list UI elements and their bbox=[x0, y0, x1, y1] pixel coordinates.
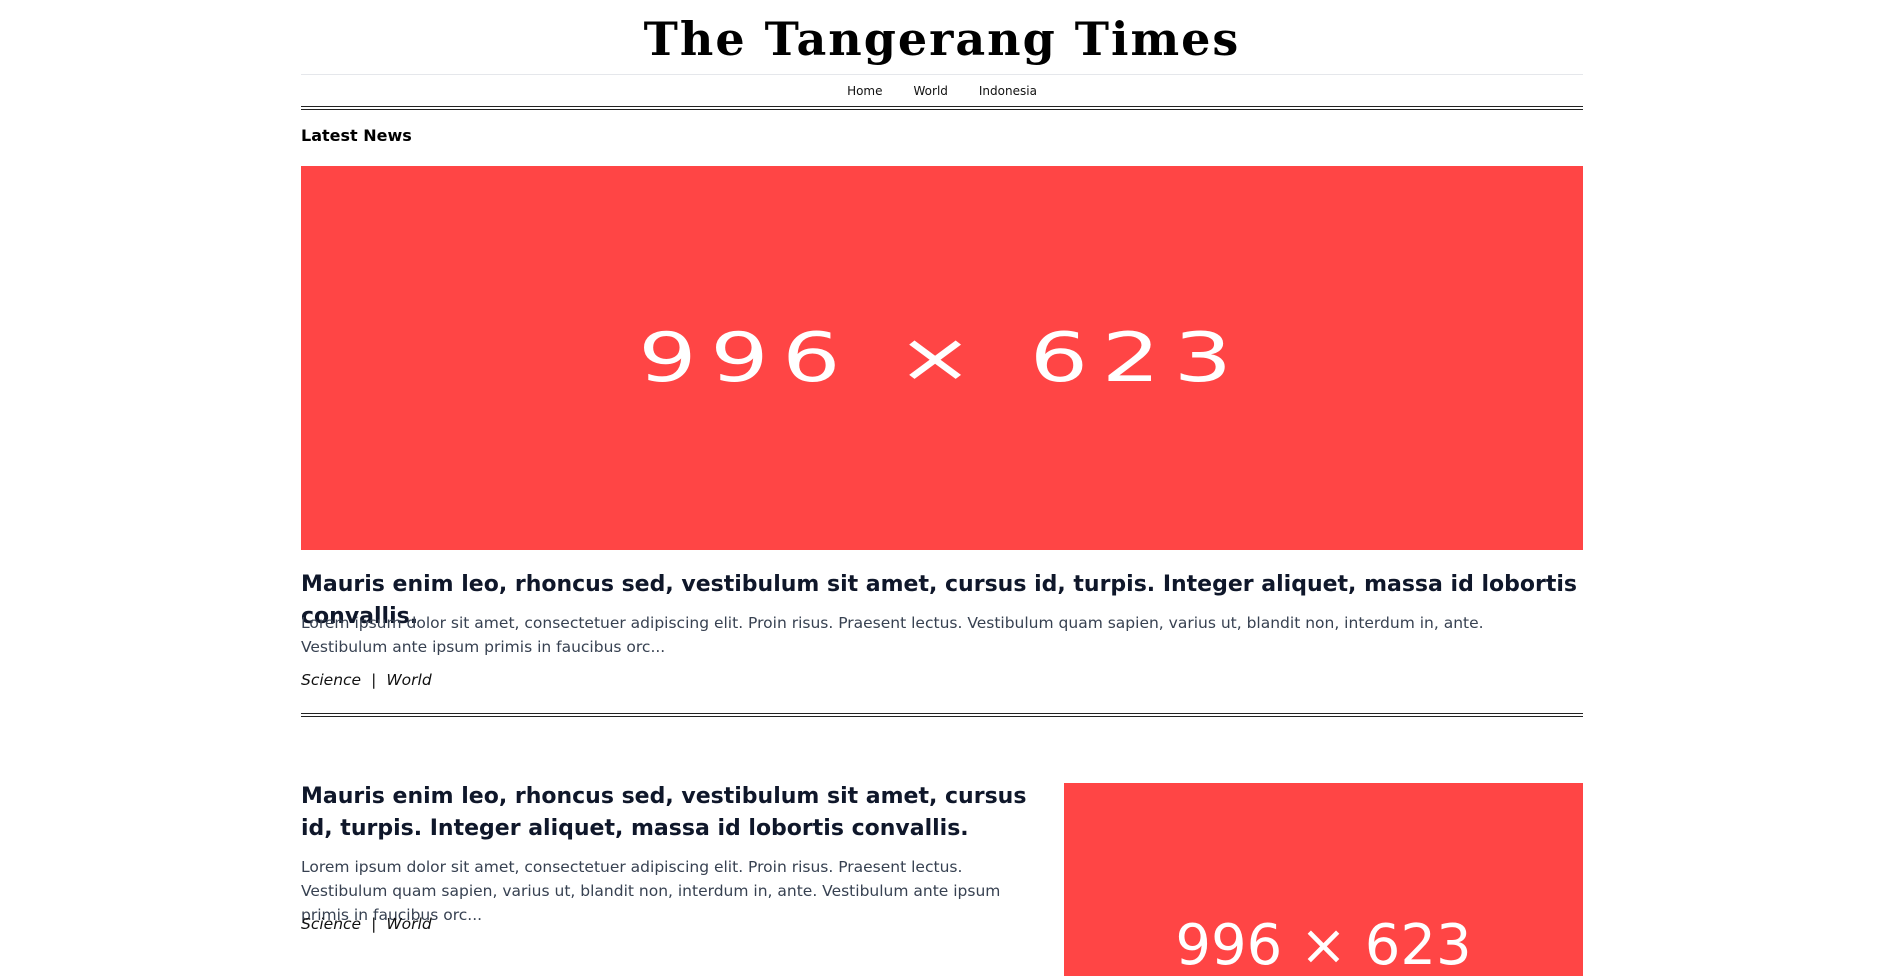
article-image[interactable]: 996 × 623 bbox=[1064, 783, 1583, 976]
masthead: The Tangerang Times bbox=[301, 0, 1583, 75]
article-divider bbox=[301, 713, 1583, 717]
tag-science[interactable]: Science bbox=[301, 671, 361, 689]
tag-science[interactable]: Science bbox=[301, 915, 361, 933]
article-tags: Science | World bbox=[301, 671, 432, 689]
article-excerpt: Lorem ipsum dolor sit amet, consectetuer… bbox=[301, 614, 1484, 656]
tag-world[interactable]: World bbox=[386, 915, 431, 933]
nav-link-indonesia[interactable]: Indonesia bbox=[979, 84, 1037, 98]
section-title: Latest News bbox=[301, 126, 412, 145]
nav-divider bbox=[301, 106, 1583, 110]
page: The Tangerang Times Home World Indonesia… bbox=[0, 0, 1893, 976]
nav-link-world[interactable]: World bbox=[914, 84, 948, 98]
tag-separator: | bbox=[371, 671, 377, 689]
site-title[interactable]: The Tangerang Times bbox=[644, 16, 1241, 62]
tag-separator: | bbox=[371, 915, 377, 933]
tag-world[interactable]: World bbox=[386, 671, 431, 689]
image-placeholder-label: 996 × 623 bbox=[1175, 913, 1472, 976]
image-placeholder-label: 996 × 623 bbox=[638, 318, 1246, 398]
article-title[interactable]: Mauris enim leo, rhoncus sed, vestibulum… bbox=[301, 781, 1041, 845]
nav-link-home[interactable]: Home bbox=[847, 84, 882, 98]
main-nav: Home World Indonesia bbox=[301, 75, 1583, 106]
article-image[interactable]: 996 × 623 bbox=[301, 166, 1583, 550]
article-tags: Science | World bbox=[301, 915, 432, 933]
